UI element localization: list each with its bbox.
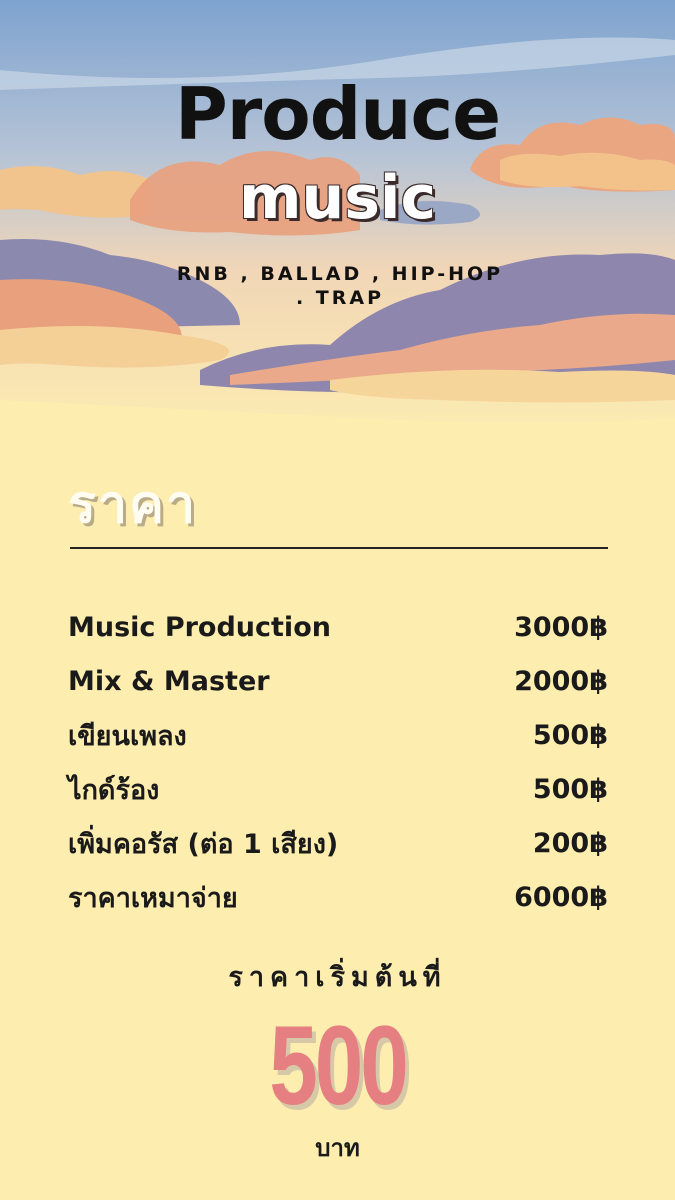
item-name: เพิ่มคอรัส (ต่อ 1 เสียง) <box>68 828 339 860</box>
price-row: ไกด์ร้อง 500฿ <box>68 762 608 816</box>
item-name: ไกด์ร้อง <box>68 774 160 806</box>
price-row: เพิ่มคอรัส (ต่อ 1 เสียง) 200฿ <box>68 816 608 870</box>
price-list: Music Production 3000฿ Mix & Master 2000… <box>68 600 608 924</box>
item-price: 6000฿ <box>514 881 608 913</box>
item-name: Mix & Master <box>68 665 270 697</box>
price-row: Mix & Master 2000฿ <box>68 654 608 708</box>
item-price: 2000฿ <box>514 665 608 697</box>
starting-price-label: ราคาเริ่มต้นที่ <box>228 962 447 993</box>
pricing-title: ราคา <box>68 475 198 535</box>
divider <box>70 547 608 549</box>
price-row: ราคาเหมาจ่าย 6000฿ <box>68 870 608 924</box>
title: Produce <box>174 72 501 156</box>
item-name: ราคาเหมาจ่าย <box>68 882 238 914</box>
starting-price-amount: 500 <box>269 1003 409 1128</box>
subtitle: music <box>238 163 437 233</box>
genres-text: RNB , BALLAD , HIP-HOP . TRAP <box>176 263 504 309</box>
item-price: 500฿ <box>532 719 608 751</box>
item-name: เขียนเพลง <box>68 720 187 752</box>
price-row: เขียนเพลง 500฿ <box>68 708 608 762</box>
item-price: 200฿ <box>532 827 608 859</box>
item-name: Music Production <box>68 611 331 643</box>
item-price: 3000฿ <box>514 611 608 643</box>
poster: Produce music RNB , BALLAD , HIP-HOP . T… <box>0 0 675 1200</box>
header: Produce music RNB , BALLAD , HIP-HOP . T… <box>0 0 675 450</box>
currency-label: บาท <box>315 1134 360 1162</box>
item-price: 500฿ <box>532 773 608 805</box>
price-row: Music Production 3000฿ <box>68 600 608 654</box>
